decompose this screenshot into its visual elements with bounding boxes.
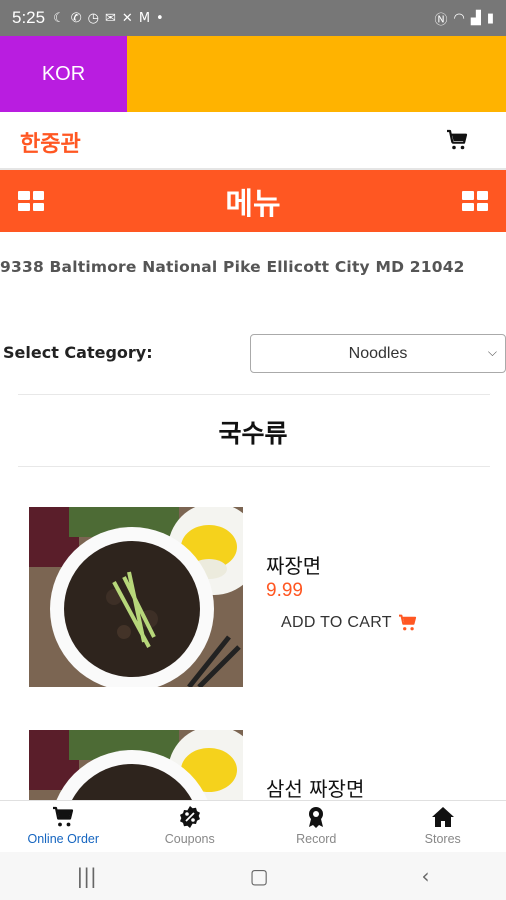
food-image[interactable] xyxy=(29,507,243,687)
home-icon xyxy=(431,807,454,827)
cart-icon xyxy=(53,806,74,827)
cart-icon[interactable] xyxy=(445,128,469,152)
nav-label: Coupons xyxy=(164,832,215,846)
nav-coupons[interactable]: Coupons xyxy=(127,801,254,852)
battery-icon: ▮ xyxy=(486,10,494,26)
category-select[interactable]: Noodles ⌵ xyxy=(250,334,506,373)
category-label: Select Category: xyxy=(3,343,153,362)
menu-title: 메뉴 xyxy=(225,187,281,222)
recent-apps-icon[interactable]: ||| xyxy=(76,864,96,888)
tools-icon: ✕ xyxy=(121,10,133,26)
home-button-icon[interactable]: ▢ xyxy=(250,864,269,888)
language-button[interactable]: KOR xyxy=(0,36,127,112)
nav-record[interactable]: Record xyxy=(253,801,380,852)
percent-badge-icon xyxy=(179,806,200,828)
moon-icon: ☾ xyxy=(53,10,65,26)
add-to-cart-button[interactable]: ADD TO CART xyxy=(281,614,418,632)
section-title: 국수류 xyxy=(218,419,288,448)
nfc-icon: Ⓝ xyxy=(434,12,448,28)
nav-label: Online Order xyxy=(27,832,100,846)
store-name: 한중관 xyxy=(20,132,81,157)
chevron-down-icon: ⌵ xyxy=(487,345,497,359)
store-address: 9338 Baltimore National Pike Ellicott Ci… xyxy=(0,258,465,276)
item-price: 9.99 xyxy=(266,580,303,601)
grid-view-icon[interactable] xyxy=(18,191,44,211)
timer-icon: ◷ xyxy=(87,10,99,26)
nav-label: Stores xyxy=(424,832,461,846)
divider xyxy=(18,394,490,395)
dot-icon: • xyxy=(156,10,164,26)
gmail-icon: M xyxy=(138,10,151,26)
wifi-icon: ◠ xyxy=(453,10,465,26)
mail-icon: ✉ xyxy=(105,10,116,26)
award-icon xyxy=(309,807,324,828)
item-name[interactable]: 삼선 짜장면 xyxy=(266,773,364,802)
food-image[interactable] xyxy=(29,730,243,800)
bottom-nav: Online Order Coupons Record Stores xyxy=(0,800,506,852)
wifi-call-icon: ✆ xyxy=(70,10,82,26)
menu-bar: 메뉴 xyxy=(0,170,506,232)
item-name[interactable]: 짜장면 xyxy=(266,550,321,579)
category-selected-value: Noodles xyxy=(348,344,408,362)
status-bar: 5:25 ☾ ✆ ◷ ✉ ✕ M • Ⓝ ◠ ▟ ▮ xyxy=(0,0,506,36)
nav-stores[interactable]: Stores xyxy=(380,801,506,852)
grid-view-icon[interactable] xyxy=(462,191,488,211)
system-nav-bar: ||| ▢ ‹ xyxy=(0,852,506,900)
divider xyxy=(18,466,490,467)
cart-icon xyxy=(398,614,416,631)
add-to-cart-label: ADD TO CART xyxy=(281,614,392,631)
nav-label: Record xyxy=(296,832,337,846)
signal-icon: ▟ xyxy=(470,10,481,26)
nav-online-order[interactable]: Online Order xyxy=(0,801,127,852)
back-icon[interactable]: ‹ xyxy=(422,864,430,888)
status-time: 5:25 xyxy=(12,8,46,27)
